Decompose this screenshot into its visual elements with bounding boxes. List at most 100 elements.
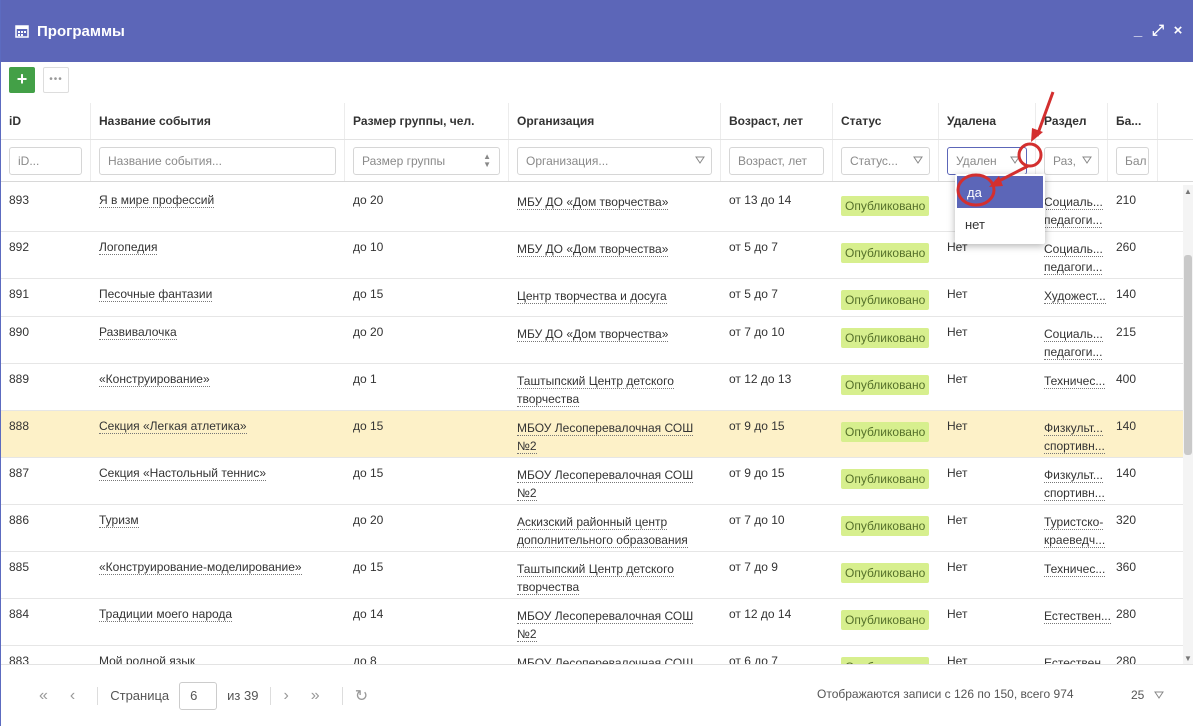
name-value[interactable]: Развивалочка	[99, 325, 177, 340]
table-row[interactable]: 890 Развивалочка до 20 МБУ ДО «Дом творчест…	[1, 317, 1184, 364]
id-value: 886	[9, 513, 30, 527]
column-header-del[interactable]: Удалена	[939, 103, 1036, 139]
filter-input-id[interactable]: iD...	[9, 146, 82, 175]
column-header-age[interactable]: Возраст, лет	[721, 103, 833, 139]
minimize-button[interactable]: _	[1131, 22, 1145, 39]
column-header-ba[interactable]: Ба...	[1108, 103, 1158, 139]
org-link-line[interactable]: №2	[517, 627, 537, 642]
last-page-icon[interactable]: »	[311, 687, 320, 705]
sec-link-line[interactable]: Техничес...	[1044, 374, 1106, 389]
close-button[interactable]: ×	[1171, 22, 1185, 39]
column-header-id[interactable]: iD	[1, 103, 91, 139]
org-link-line[interactable]: творчества	[517, 392, 580, 407]
org-link-line[interactable]: Таштыпский Центр детского	[517, 374, 674, 389]
first-page-icon[interactable]: «	[39, 687, 48, 705]
table-row[interactable]: 889 «Конструирование» до 1 Таштыпский Центр…	[1, 364, 1184, 411]
filter-cell-name: Название события...	[91, 140, 345, 181]
table-row[interactable]: 888 Секция «Легкая атлетика» до 15 МБОУ Лес…	[1, 411, 1184, 458]
org-link-line[interactable]: МБУ ДО «Дом творчества»	[517, 327, 669, 342]
name-value[interactable]: Секция «Легкая атлетика»	[99, 419, 247, 434]
column-header-org[interactable]: Организация	[509, 103, 721, 139]
table-row[interactable]: 884 Традиции моего народа до 14 МБОУ Лесопе…	[1, 599, 1184, 646]
org-link-line[interactable]: Аскизский районный центр	[517, 515, 668, 530]
name-value[interactable]: «Конструирование-моделирование»	[99, 560, 302, 575]
filter-input-sec[interactable]: Раз,	[1044, 146, 1099, 175]
org-link-line[interactable]: творчества	[517, 580, 580, 595]
cell-status: Опубликовано	[833, 411, 939, 457]
name-value[interactable]: Я в мире профессий	[99, 193, 215, 208]
sec-link-line[interactable]: педагоги...	[1044, 213, 1103, 228]
name-value[interactable]: Песочные фантазии	[99, 287, 213, 302]
filter-input-del[interactable]: Удален	[947, 146, 1027, 175]
filter-input-org[interactable]: Организация...	[517, 146, 712, 175]
sec-link-line[interactable]: спортивн...	[1044, 439, 1105, 454]
sec-link-line[interactable]: Естествен...	[1044, 609, 1111, 624]
table-row[interactable]: 887 Секция «Настольный теннис» до 15 МБОУ Л…	[1, 458, 1184, 505]
filter-input-status[interactable]: Статус...	[841, 146, 930, 175]
org-link-line[interactable]: №2	[517, 486, 537, 501]
name-value[interactable]: Туризм	[99, 513, 139, 528]
scroll-thumb[interactable]	[1184, 255, 1192, 455]
table-row[interactable]: 885 «Конструирование-моделирование» до 15 Т…	[1, 552, 1184, 599]
prev-page-icon[interactable]: ‹	[70, 687, 75, 705]
sec-link-line[interactable]: Художест...	[1044, 289, 1106, 304]
sec-link-line[interactable]: Физкульт...	[1044, 421, 1103, 436]
name-value[interactable]: Логопедия	[99, 240, 158, 255]
sec-link-line[interactable]: Туристско-	[1044, 515, 1104, 530]
org-link-line[interactable]: дополнительного образования	[517, 533, 688, 548]
chevron-down-icon[interactable]	[1082, 155, 1092, 165]
org-link-line[interactable]: Таштыпский Центр детского	[517, 562, 674, 577]
sec-link-line[interactable]: Социаль...	[1044, 242, 1103, 257]
sec-link-line[interactable]: краеведч...	[1044, 533, 1106, 548]
org-link-line[interactable]: МБОУ Лесоперевалочная СОШ	[517, 468, 694, 483]
sec-link-line[interactable]: Социаль...	[1044, 327, 1103, 342]
sec-link-line[interactable]: педагоги...	[1044, 345, 1103, 360]
option-no[interactable]: нет	[955, 208, 1045, 240]
sec-link-line[interactable]: педагоги...	[1044, 260, 1103, 275]
org-link-line[interactable]: МБОУ Лесоперевалочная СОШ	[517, 609, 694, 624]
name-value[interactable]: Традиции моего народа	[99, 607, 233, 622]
column-header-sec[interactable]: Раздел	[1036, 103, 1108, 139]
vertical-scrollbar[interactable]: ▲ ▼	[1183, 185, 1193, 665]
sec-link-line[interactable]: Социаль...	[1044, 195, 1103, 210]
cell-del: Нет	[939, 317, 1036, 363]
name-value[interactable]: «Конструирование»	[99, 372, 210, 387]
scroll-down-icon[interactable]: ▼	[1184, 654, 1192, 663]
column-header-name[interactable]: Название события	[91, 103, 345, 139]
filter-input-ba[interactable]: Бал	[1116, 146, 1149, 175]
maximize-button[interactable]: ⤢	[1151, 22, 1165, 39]
chevron-down-icon[interactable]	[695, 155, 705, 165]
cell-sec: Социаль... педагоги...	[1036, 232, 1108, 278]
add-button[interactable]: +	[9, 66, 35, 93]
page-size-select[interactable]: 25	[1131, 681, 1187, 709]
sec-link-line[interactable]: Техничес...	[1044, 562, 1106, 577]
org-link-line[interactable]: МБОУ Лесоперевалочная СОШ	[517, 421, 694, 436]
org-link-line[interactable]: Центр творчества и досуга	[517, 289, 667, 304]
filter-input-age[interactable]: Возраст, лет	[729, 146, 824, 175]
next-page-icon[interactable]: ›	[283, 687, 288, 705]
org-link-line[interactable]: МБУ ДО «Дом творчества»	[517, 195, 669, 210]
age-value: от 5 до 7	[729, 240, 778, 254]
stepper-icon[interactable]: ▲ ▼	[483, 152, 491, 169]
sec-link-line[interactable]: спортивн...	[1044, 486, 1105, 501]
refresh-icon[interactable]: ↻	[355, 686, 368, 706]
filter-input-size[interactable]: Размер группы ▲ ▼	[353, 146, 500, 175]
chevron-down-icon[interactable]	[1010, 155, 1020, 165]
name-value[interactable]: Секция «Настольный теннис»	[99, 466, 266, 481]
org-link-line[interactable]: МБУ ДО «Дом творчества»	[517, 242, 669, 257]
cell-age: от 13 до 14	[721, 185, 833, 231]
chevron-down-icon[interactable]	[913, 155, 923, 165]
sec-link-line[interactable]: Физкульт...	[1044, 468, 1103, 483]
page-input[interactable]: 6	[179, 681, 218, 710]
more-actions-button[interactable]: •••	[43, 66, 69, 93]
status-badge: Опубликовано	[841, 422, 930, 442]
column-header-size[interactable]: Размер группы, чел.	[345, 103, 509, 139]
org-link-line[interactable]: №2	[517, 439, 537, 454]
table-row[interactable]: 886 Туризм до 20 Аскизский районный центр до…	[1, 505, 1184, 552]
table-row[interactable]: 883 Мой родной язык до 8 МБОУ Лесоперевалоч…	[1, 646, 1184, 665]
table-row[interactable]: 891 Песочные фантазии до 15 Центр творчеств…	[1, 279, 1184, 317]
option-yes[interactable]: да	[957, 176, 1043, 208]
column-header-status[interactable]: Статус	[833, 103, 939, 139]
filter-input-name[interactable]: Название события...	[99, 146, 336, 175]
scroll-up-icon[interactable]: ▲	[1184, 187, 1192, 196]
